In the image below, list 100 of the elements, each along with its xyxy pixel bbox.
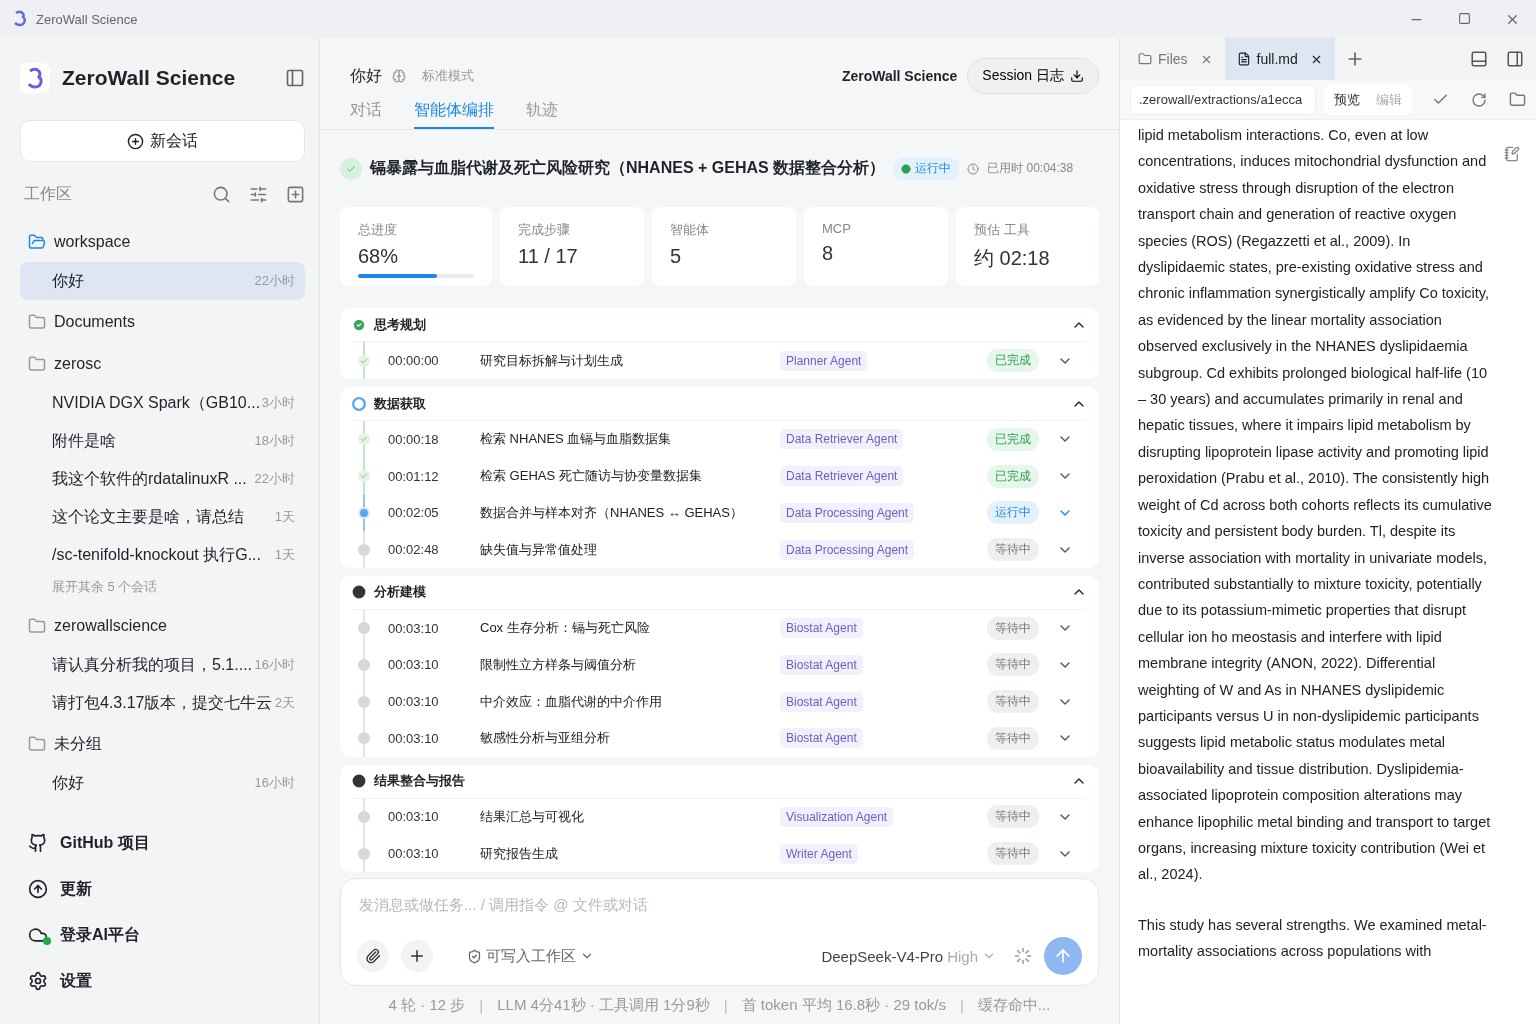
- step-status-badge: 等待中: [987, 726, 1039, 750]
- arrow-up-circle-icon: [28, 879, 48, 899]
- chat-item[interactable]: 你好 16小时: [20, 764, 305, 802]
- chat-item[interactable]: 附件是啥 18小时: [20, 422, 305, 460]
- usage-stat: LLM 4分41秒 · 工具调用 1分9秒: [497, 995, 710, 1015]
- chat-time: 18小时: [254, 432, 295, 450]
- chat-title: 我这个软件的rdatalinuxR ...: [52, 468, 248, 489]
- usage-stat: 4 轮 · 12 步: [388, 995, 466, 1015]
- stage-title: 分析建模: [374, 583, 427, 602]
- brand-name: ZeroWall Science: [841, 68, 958, 84]
- usage-stat: 首 token 平均 16.8秒 · 29 tok/s: [741, 995, 946, 1015]
- check-icon: [346, 163, 356, 174]
- step-status-badge: 等待中: [987, 538, 1039, 562]
- nav-item[interactable]: 登录AI平台: [20, 912, 305, 958]
- folder-item[interactable]: zerosc: [20, 344, 305, 384]
- chat-item[interactable]: 我这个软件的rdatalinuxR ... 22小时: [20, 460, 305, 498]
- app-logo-icon: [12, 10, 28, 28]
- chat-title: 请认真分析我的项目，5.1....: [52, 654, 254, 675]
- panel-bottom-icon[interactable]: [1470, 50, 1488, 68]
- edit-note-icon[interactable]: [1504, 146, 1520, 162]
- step-time: 00:00:00: [388, 353, 440, 369]
- path-field[interactable]: .zerowall/extractions/a1ecca: [1130, 84, 1316, 115]
- chat-item[interactable]: 你好 22小时: [20, 262, 305, 300]
- stat-label: 智能体: [670, 221, 710, 240]
- status-badge: 运行中: [893, 157, 960, 181]
- github-icon: [28, 833, 48, 853]
- folder-icon[interactable]: [1509, 91, 1526, 108]
- elapsed-time: 已用时 00:04:38: [987, 160, 1074, 178]
- chat-time: 22小时: [254, 470, 295, 488]
- agent-tag: Data Retriever Agent: [780, 429, 904, 450]
- agent-tag: Visualization Agent: [780, 806, 894, 827]
- agent-tag: Planner Agent: [780, 350, 868, 371]
- nav-item[interactable]: 设置: [20, 958, 305, 1004]
- usage-stat: 缓存命中...: [977, 995, 1051, 1015]
- step-title: Cox 生存分析：镉与死亡风险: [480, 619, 651, 638]
- permission-dropdown[interactable]: 可写入工作区: [461, 945, 804, 967]
- attach-button[interactable]: [357, 940, 389, 972]
- chat-time: 1天: [274, 508, 295, 526]
- new-chat-button[interactable]: 新会话: [20, 120, 305, 162]
- agent-tag: Data Retriever Agent: [780, 466, 904, 487]
- step-status-badge: 等待中: [987, 616, 1039, 640]
- nav-item[interactable]: GitHub 项目: [20, 820, 305, 866]
- clock-icon: [967, 162, 980, 175]
- folder-icon: [1138, 52, 1152, 66]
- stat-value: 11 / 17: [518, 245, 579, 269]
- stage-title: 数据获取: [374, 394, 427, 413]
- task-title: 镉暴露与血脂代谢及死亡风险研究（NHANES + GEHAS 数据整合分析）: [370, 158, 886, 179]
- session-log-button[interactable]: Session 日志: [967, 58, 1099, 94]
- search-icon[interactable]: [212, 184, 231, 204]
- download-icon: [1070, 69, 1084, 83]
- folder-item[interactable]: 未分组: [20, 724, 305, 764]
- file-tab[interactable]: Files: [1126, 38, 1225, 80]
- new-folder-icon[interactable]: [286, 184, 305, 204]
- chat-title: NVIDIA DGX Spark（GB10...: [52, 392, 262, 413]
- step-status-badge: 已完成: [987, 427, 1039, 451]
- brand-name: ZeroWall Science: [62, 66, 237, 90]
- panel-right-icon[interactable]: [1506, 50, 1524, 68]
- circle-icon: [352, 774, 366, 789]
- sidebar-toggle-icon[interactable]: [285, 68, 305, 88]
- step-time: 00:03:10: [388, 694, 440, 710]
- chat-item[interactable]: /sc-tenifold-knockout 执行G... 1天: [20, 536, 305, 574]
- maximize-icon[interactable]: [1458, 11, 1471, 25]
- step-status-badge: 已完成: [987, 464, 1039, 488]
- chat-item[interactable]: NVIDIA DGX Spark（GB10...3小时: [20, 384, 305, 422]
- file-tab[interactable]: full.md: [1224, 38, 1335, 80]
- markdown-file-icon: [1236, 52, 1251, 66]
- agent-tag: Biostat Agent: [780, 618, 863, 639]
- refresh-icon[interactable]: [1471, 91, 1487, 108]
- model-dropdown[interactable]: DeepSeek-V4-Pro High: [815, 946, 1002, 966]
- chat-item[interactable]: 请打包4.3.17版本，提交七牛云 2天: [20, 684, 305, 722]
- step-time: 00:03:10: [388, 730, 440, 746]
- tab[interactable]: 智能体编排: [414, 94, 494, 129]
- step-time: 00:03:10: [388, 657, 440, 673]
- add-button[interactable]: [401, 940, 433, 972]
- chat-item[interactable]: 请认真分析我的项目，5.1....16小时: [20, 646, 305, 684]
- plus-icon: [408, 947, 426, 965]
- document-paragraph: lipid metabolism interactions. Co, even at low concentrations, induces mitochondrial dysfunction and oxidative stress through disruption of the electron transport chain and generation of reactive oxygen species (ROS) (Regazzetti et al., 2009). In dyslipidaemic states, pre-existing oxidative stress and chronic inflammation synergistically amplify Co toxicity, as evidenced by the linear mortality association observed exclusively in the NHANES dyslipidaemia subgroup. Cd exhibits prolonged biological half-life (10 – 30 years) and accumulates primarily in renal and hepatic tissues, where it impairs lipid metabolism by disrupting lipoprotein lipase activity and promoting lipid peroxidation (Prabu et al., 2010). The consistently high weight of Cd across both cohorts reflects its cumulative toxicity and persistent body burden. Tl, despite its inverse association with mortality in univariate models, contributed substantially to mixture toxicity, potentially due to its potassium-mimetic properties that disrupt cellular ion ho meostasis and interfere with lipid membrane integrity (ANON, 2022). Differential weighting of W and As in NHANES dyslipidemic participants versus U in non-dyslipidemic participants suggests lipid metabolic status modulates metal bioavailability and tissue distribution. Dyslipidemia-associated lipoprotein composition alterations may enhance lipophilic metal binding and transport to target organs, increasing mixture toxicity contribution (Wei et al., 2024).: [1138, 126, 1493, 885]
- step-status-badge: 等待中: [987, 690, 1039, 714]
- folder-item[interactable]: zerowallscience: [20, 606, 305, 646]
- stat-label: MCP: [822, 221, 852, 237]
- folder-item[interactable]: Documents: [20, 302, 305, 342]
- stat-label: 总进度: [358, 221, 398, 240]
- shield-icon: [467, 948, 482, 964]
- chat-title: 请打包4.3.17版本，提交七牛云: [52, 692, 274, 713]
- step-status-badge: 等待中: [987, 805, 1039, 829]
- filter-icon[interactable]: [249, 184, 268, 204]
- section-label: 工作区: [24, 183, 73, 204]
- cloud-icon: [28, 925, 48, 945]
- chat-title: 附件是啥: [52, 430, 117, 451]
- nav-item[interactable]: 更新: [20, 866, 305, 912]
- running-dot-icon: [352, 396, 366, 411]
- view-mode-toggle[interactable]: 预览: [1326, 86, 1368, 113]
- chat-item[interactable]: 这个论文主要是啥，请总结 1天: [20, 498, 305, 536]
- chat-time: 22小时: [254, 272, 295, 290]
- folder-item[interactable]: workspace: [20, 222, 305, 262]
- chat-time: 2天: [274, 694, 295, 712]
- message-input[interactable]: 发消息或做任务... / 调用指令 @ 文件或对话: [357, 895, 1082, 914]
- step-title: 中介效应：血脂代谢的中介作用: [480, 692, 663, 711]
- agent-tag: Data Processing Agent: [780, 502, 915, 523]
- chat-time: 16小时: [254, 774, 295, 792]
